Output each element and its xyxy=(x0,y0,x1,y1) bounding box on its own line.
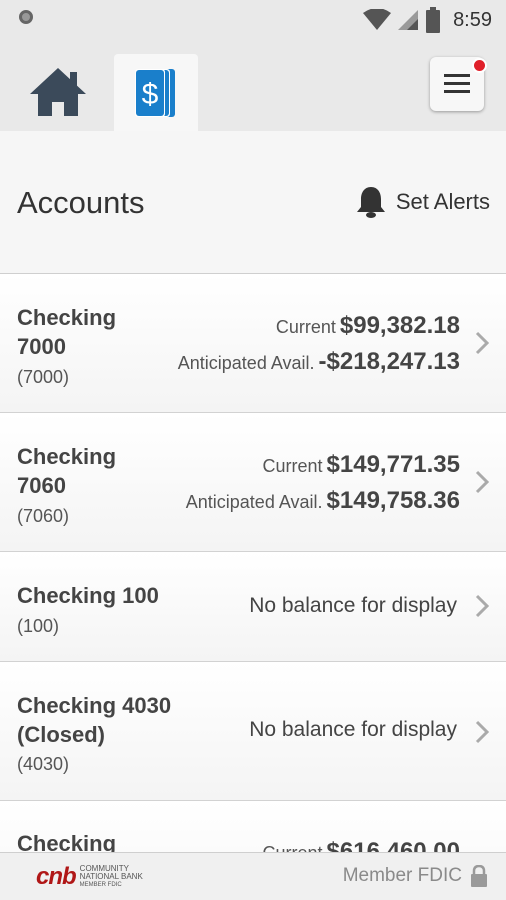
set-alerts-label: Set Alerts xyxy=(395,189,490,214)
wifi-icon xyxy=(363,9,392,30)
current-balance-row: Current $99,382.18 xyxy=(276,312,460,340)
available-balance-row: Anticipated Avail. -$218,247.13 xyxy=(178,348,460,376)
dollar-cards-icon: $ xyxy=(135,68,175,117)
footer: cnb COMMUNITY NATIONAL BANK MEMBER FDIC … xyxy=(0,852,506,900)
chevron-right-icon xyxy=(475,594,490,618)
notification-badge xyxy=(472,58,487,73)
account-row[interactable]: Checking Current $616,460.00 xyxy=(0,801,506,852)
account-name: Checking xyxy=(17,831,117,852)
svg-text:$: $ xyxy=(142,78,159,111)
bank-logo: cnb COMMUNITY NATIONAL BANK MEMBER FDIC xyxy=(36,863,143,891)
current-balance: $99,382.18 xyxy=(339,312,460,339)
fdic-label: Member FDIC xyxy=(342,865,462,886)
top-nav: $ xyxy=(0,40,506,131)
current-balance-row: Current $616,460.00 xyxy=(263,838,461,852)
bell-icon xyxy=(356,187,385,218)
no-balance-text: No balance for display xyxy=(249,718,457,741)
available-label: Anticipated Avail. xyxy=(185,492,323,512)
lock-icon xyxy=(471,865,487,887)
available-balance: -$218,247.13 xyxy=(318,348,460,375)
account-row[interactable]: Checking 100 (100) No balance for displa… xyxy=(0,552,506,662)
member-fdic: Member FDIC xyxy=(343,865,488,887)
page-title: Accounts xyxy=(17,185,145,220)
available-label: Anticipated Avail. xyxy=(177,353,315,373)
current-balance-row: Current $149,771.35 xyxy=(263,451,461,479)
logo-mark: cnb xyxy=(36,863,77,890)
hamburger-menu-icon xyxy=(444,74,470,93)
account-row[interactable]: Checking 4030 (Closed) (4030) No balance… xyxy=(0,662,506,801)
account-number: (7060) xyxy=(17,506,70,526)
account-row[interactable]: Checking 7000 (7000) Current $99,382.18 … xyxy=(0,274,506,413)
no-balance-text: No balance for display xyxy=(249,594,457,617)
logo-text: COMMUNITY NATIONAL BANK MEMBER FDIC xyxy=(79,864,143,889)
notification-dot-icon xyxy=(19,10,33,24)
account-name: Checking 100 xyxy=(17,583,159,608)
available-balance-row: Anticipated Avail. $149,758.36 xyxy=(186,487,460,515)
account-number: (4030) xyxy=(17,754,70,774)
set-alerts-button[interactable]: Set Alerts xyxy=(355,185,490,219)
current-label: Current xyxy=(275,317,336,337)
account-name: Checking 4030 (Closed) xyxy=(17,693,172,747)
account-number: (100) xyxy=(17,616,60,636)
battery-icon xyxy=(426,7,441,33)
account-name: Checking 7000 xyxy=(17,305,117,359)
tab-home[interactable] xyxy=(16,52,100,131)
account-name: Checking 7060 xyxy=(17,444,117,498)
account-row[interactable]: Checking 7060 (7060) Current $149,771.35… xyxy=(0,413,506,552)
signal-icon xyxy=(398,10,419,30)
account-number: (7000) xyxy=(17,367,70,387)
clock-time: 8:59 xyxy=(453,8,492,31)
chevron-right-icon xyxy=(475,720,490,744)
current-label: Current xyxy=(263,843,323,852)
chevron-right-icon xyxy=(475,331,490,355)
current-balance: $616,460.00 xyxy=(326,838,460,852)
home-icon xyxy=(30,67,86,116)
tab-accounts[interactable]: $ xyxy=(114,54,198,131)
current-balance: $149,771.35 xyxy=(326,451,460,478)
page-header: Accounts Set Alerts xyxy=(0,131,506,274)
available-balance: $149,758.36 xyxy=(326,487,460,514)
account-list[interactable]: Checking 7000 (7000) Current $99,382.18 … xyxy=(0,274,506,852)
current-label: Current xyxy=(262,456,323,476)
chevron-right-icon xyxy=(475,470,490,494)
status-bar: 8:59 xyxy=(0,0,506,40)
